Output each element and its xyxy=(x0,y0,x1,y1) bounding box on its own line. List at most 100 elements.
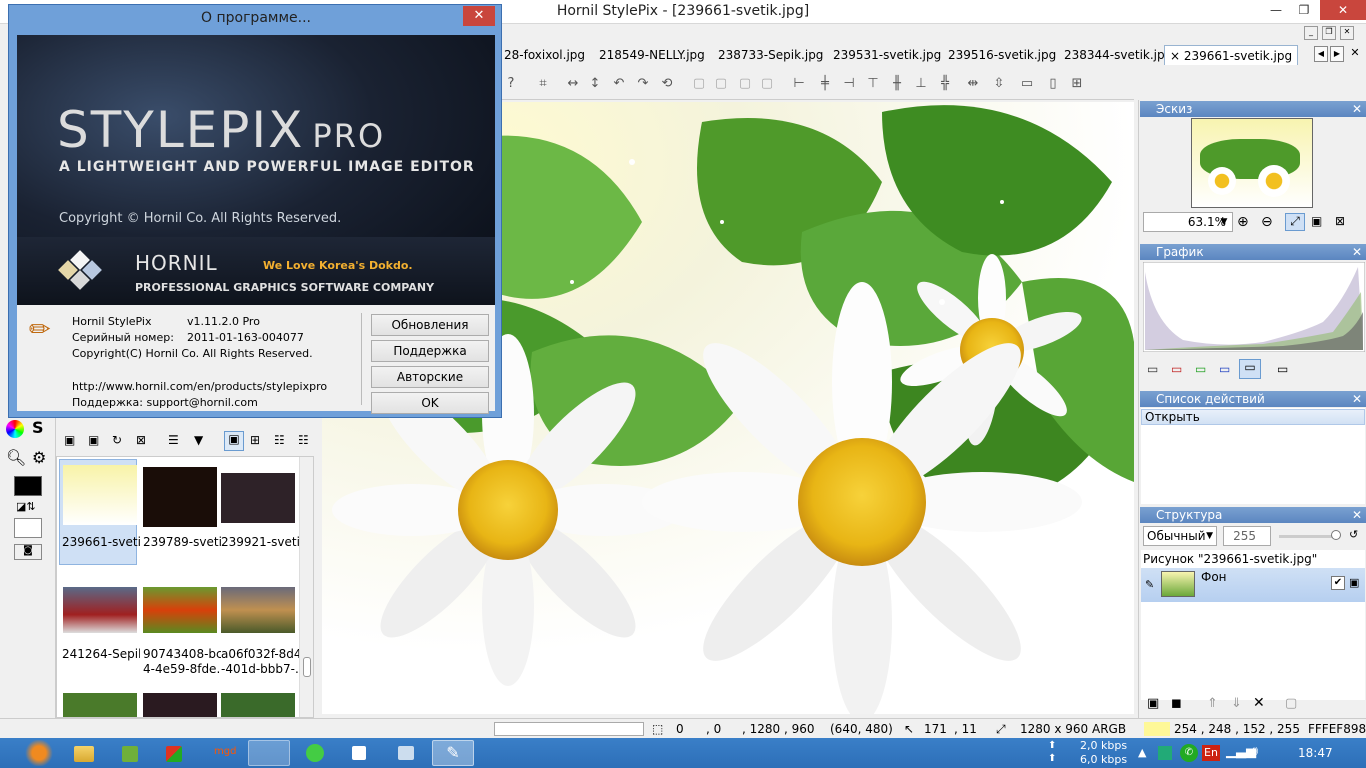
maximize-button[interactable]: ❐ xyxy=(1290,0,1318,20)
align-icon[interactable]: ▢ xyxy=(712,75,730,93)
zoom-in-icon[interactable]: ⊕ xyxy=(1237,214,1249,230)
rotate-right-icon[interactable]: ↷ xyxy=(634,75,652,93)
channel-gray-icon[interactable]: ▭ xyxy=(1147,362,1158,376)
sort-icon[interactable]: ☰ xyxy=(168,433,179,447)
lock-icon[interactable]: ▣ xyxy=(1349,576,1359,589)
explorer-icon[interactable] xyxy=(74,746,94,762)
color-wheel-icon[interactable] xyxy=(6,420,24,438)
thumbnail-239661[interactable] xyxy=(63,465,137,525)
app-icon[interactable] xyxy=(398,746,414,760)
scrollbar-thumb[interactable] xyxy=(303,657,311,677)
view-large-icon[interactable]: ▣ xyxy=(224,431,244,451)
app-icon[interactable] xyxy=(166,746,182,762)
clock[interactable]: 18:47 xyxy=(1298,746,1333,760)
align-icon[interactable]: ▢ xyxy=(690,75,708,93)
tab-close-icon[interactable]: ✕ xyxy=(1348,46,1362,62)
tab-28-foxixol[interactable]: 28-foxixol.jpg xyxy=(504,45,585,65)
tab-238344-svetik[interactable]: 238344-svetik.jpg xyxy=(1064,45,1172,65)
reset-icon[interactable]: ↺ xyxy=(1349,528,1358,541)
thumbnail-90743408[interactable] xyxy=(143,587,217,633)
view-detail-icon[interactable]: ☷ xyxy=(274,433,285,447)
zoom-out-icon[interactable]: ⊖ xyxy=(1261,214,1273,230)
thumbnail-scrollbar[interactable] xyxy=(299,457,313,717)
fit-window-icon[interactable]: ⤢ xyxy=(1285,213,1305,231)
align-left-icon[interactable]: ⊢ xyxy=(790,75,808,93)
mdi-minimize-button[interactable]: _ xyxy=(1304,26,1318,40)
minimize-button[interactable]: — xyxy=(1262,0,1290,20)
updates-button[interactable]: Обновления xyxy=(371,314,489,336)
duplicate-layer-icon[interactable]: ◼ xyxy=(1171,696,1182,711)
align-icon[interactable]: ▢ xyxy=(758,75,776,93)
align-middle-icon[interactable]: ╫ xyxy=(888,75,906,93)
fit-width-icon[interactable]: ▭ xyxy=(1018,75,1036,93)
volume-icon[interactable]: 🔊︎ xyxy=(1250,744,1258,759)
move-layer-down-icon[interactable]: ⇓ xyxy=(1231,696,1242,711)
mdi-close-button[interactable]: ✕ xyxy=(1340,26,1354,40)
panel-close-icon[interactable]: ✕ xyxy=(1352,391,1362,407)
thumbnail-239921[interactable] xyxy=(221,473,295,523)
tray-app-icon[interactable] xyxy=(1158,746,1172,760)
fit-height-icon[interactable]: ▯ xyxy=(1044,75,1062,93)
align-grid-icon[interactable]: ╬ xyxy=(936,75,954,93)
new-layer-icon[interactable]: ▣ xyxy=(1147,696,1159,711)
refresh-icon[interactable]: ↻ xyxy=(112,433,122,447)
thumbnail-a06f032f[interactable] xyxy=(221,587,295,633)
delete-layer-icon[interactable]: ✕ xyxy=(1253,695,1265,711)
thumbnail-241264[interactable] xyxy=(63,587,137,633)
app-icon[interactable] xyxy=(352,746,366,760)
blend-mode-select[interactable]: Обычный ▼ xyxy=(1143,526,1217,546)
help-icon[interactable]: ? xyxy=(502,75,520,93)
tab-239516-svetik[interactable]: 239516-svetik.jpg xyxy=(948,45,1056,65)
channel-red-icon[interactable]: ▭ xyxy=(1171,362,1182,376)
stylepix-s-icon[interactable]: S xyxy=(32,418,50,438)
fit-all-icon[interactable]: ⊞ xyxy=(1068,75,1086,93)
screenshot-icon[interactable]: ◙ xyxy=(14,544,42,560)
align-bottom-icon[interactable]: ⊥ xyxy=(912,75,930,93)
zoom-tool-icon[interactable]: 🔍︎ xyxy=(6,448,26,467)
app-icon[interactable] xyxy=(122,746,138,762)
tray-arrow-icon[interactable]: ▲ xyxy=(1138,746,1146,759)
foreground-color-swatch[interactable] xyxy=(14,476,42,496)
tab-prev-icon[interactable]: ◀ xyxy=(1314,46,1328,62)
opacity-slider[interactable] xyxy=(1279,535,1339,538)
fullscreen-icon[interactable]: ⊠ xyxy=(1335,214,1345,228)
flip-horizontal-icon[interactable]: ↔ xyxy=(564,75,582,93)
tab-next-icon[interactable]: ▶ xyxy=(1330,46,1344,62)
support-button[interactable]: Поддержка xyxy=(371,340,489,362)
layer-row-background[interactable]: ✎ Фон ✔ ▣ xyxy=(1141,568,1365,602)
distribute-v-icon[interactable]: ⇳ xyxy=(990,75,1008,93)
settings-gear-icon[interactable]: ⚙ xyxy=(32,448,46,467)
tab-239661-svetik[interactable]: × 239661-svetik.jpg xyxy=(1164,45,1299,65)
support-email[interactable]: Поддержка: support@hornil.com xyxy=(72,396,258,409)
action-open[interactable]: Открыть xyxy=(1141,409,1365,425)
crop-icon[interactable]: ⌗ xyxy=(534,75,552,93)
thumbnail-row3-1[interactable] xyxy=(63,693,137,717)
move-layer-up-icon[interactable]: ⇑ xyxy=(1207,696,1218,711)
app-icon[interactable]: mgd xyxy=(214,746,236,762)
zoom-dropdown-icon[interactable]: ▼ xyxy=(1215,212,1233,232)
opacity-slider-thumb[interactable] xyxy=(1331,530,1341,540)
tab-238733-sepik[interactable]: 238733-Sepik.jpg xyxy=(718,45,823,65)
layer-properties-icon[interactable]: ▢ xyxy=(1285,696,1297,711)
align-top-icon[interactable]: ⊤ xyxy=(864,75,882,93)
rotate-left-icon[interactable]: ↶ xyxy=(610,75,628,93)
preview-thumbnail[interactable] xyxy=(1191,118,1313,208)
swap-colors-icon[interactable]: ◪⇅ xyxy=(16,500,36,513)
opacity-field[interactable]: 255 xyxy=(1223,526,1271,546)
stylepix-taskbar-icon[interactable]: ✎ xyxy=(432,740,474,766)
rotate-free-icon[interactable]: ⟲ xyxy=(658,75,676,93)
ok-button[interactable]: OK xyxy=(371,392,489,414)
language-indicator[interactable]: En xyxy=(1202,745,1220,761)
channel-settings-icon[interactable]: ▭ xyxy=(1277,362,1288,376)
panel-close-icon[interactable]: ✕ xyxy=(1352,244,1362,260)
panel-close-icon[interactable]: ✕ xyxy=(1352,507,1362,523)
panel-close-icon[interactable]: ✕ xyxy=(1352,101,1362,117)
rights-button[interactable]: Авторские права... xyxy=(371,366,489,404)
app-icon[interactable] xyxy=(306,744,324,762)
taskbar-app-active[interactable] xyxy=(248,740,290,766)
delete-icon[interactable]: ⊠ xyxy=(136,433,146,447)
dropdown-icon[interactable]: ▼ xyxy=(194,433,203,447)
channel-all-icon[interactable]: ▭ xyxy=(1239,359,1261,379)
product-url[interactable]: http://www.hornil.com/en/products/stylep… xyxy=(72,380,327,393)
thumbnail-239789[interactable] xyxy=(143,467,217,527)
